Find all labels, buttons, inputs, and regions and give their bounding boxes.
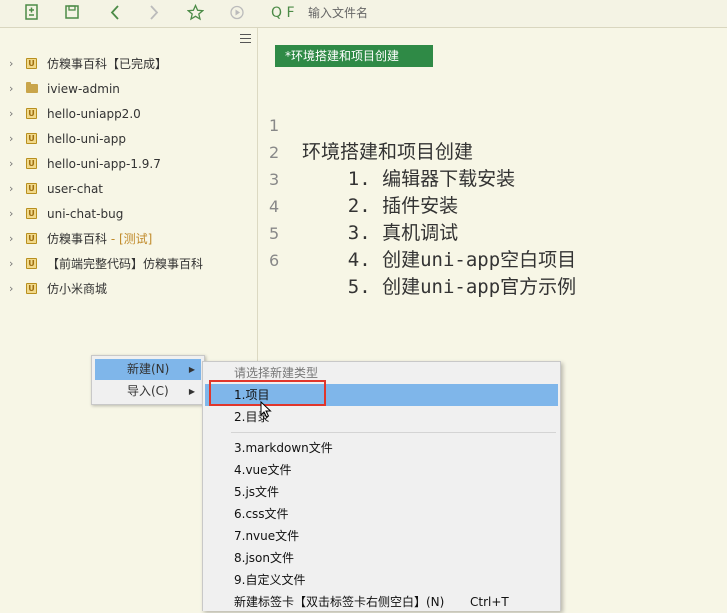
save-icon[interactable] bbox=[64, 4, 80, 22]
submenu-item-js[interactable]: 5.js文件 bbox=[205, 481, 558, 503]
star-icon[interactable] bbox=[187, 4, 204, 22]
code-line[interactable]: 3 2. 插件安装 bbox=[259, 139, 458, 217]
submenu-item-new-tab[interactable]: 新建标签卡【双击标签卡右侧空白】(N) Ctrl+T bbox=[205, 591, 558, 613]
menu-item-label: 导入(C) bbox=[127, 384, 169, 398]
menu-item-label: 新建(N) bbox=[127, 362, 170, 376]
folder-icon bbox=[26, 82, 38, 93]
shortcut-label: Ctrl+T bbox=[470, 595, 509, 609]
chevron-right-icon[interactable]: › bbox=[9, 78, 13, 100]
code-line[interactable]: 5 4. 创建uni-app空白项目 bbox=[259, 193, 576, 271]
project-icon: U bbox=[26, 183, 37, 194]
menu-icon[interactable] bbox=[240, 34, 251, 46]
submenu-item-nvue[interactable]: 7.nvue文件 bbox=[205, 525, 558, 547]
project-label: 【前端完整代码】仿糗事百科 bbox=[47, 257, 204, 271]
submenu-arrow-icon: ▶ bbox=[188, 365, 195, 374]
line-number: 6 bbox=[269, 251, 280, 270]
line-text[interactable]: 环境搭建和项目创建 bbox=[302, 139, 473, 166]
project-icon: U bbox=[26, 233, 37, 244]
mouse-cursor-icon bbox=[260, 400, 272, 422]
chevron-right-icon[interactable]: › bbox=[9, 53, 13, 75]
chevron-right-icon[interactable]: › bbox=[9, 253, 13, 275]
submenu-arrow-icon: ▶ bbox=[188, 387, 195, 396]
project-item[interactable]: › U hello-uni-app bbox=[0, 128, 250, 150]
project-label: 仿糗事百科 - [测试] bbox=[47, 232, 153, 246]
menu-divider bbox=[231, 432, 556, 433]
project-item[interactable]: › U uni-chat-bug bbox=[0, 203, 250, 225]
project-item[interactable]: › U hello-uni-app-1.9.7 bbox=[0, 153, 250, 175]
code-line[interactable]: 6 5. 创建uni-app官方示例 bbox=[259, 220, 576, 298]
line-text[interactable]: 2. 插件安装 bbox=[302, 193, 458, 220]
submenu-item-custom[interactable]: 9.自定义文件 bbox=[205, 569, 558, 591]
submenu-item-markdown[interactable]: 3.markdown文件 bbox=[205, 437, 558, 459]
project-icon: U bbox=[26, 283, 37, 294]
project-icon: U bbox=[26, 258, 37, 269]
menu-item-new[interactable]: 新建(N) ▶ bbox=[95, 359, 201, 380]
editor-tab[interactable]: *环境搭建和项目创建 bbox=[275, 45, 433, 67]
submenu-item-directory[interactable]: 2.目录 bbox=[205, 406, 558, 428]
code-line[interactable]: 1 环境搭建和项目创建 bbox=[259, 85, 473, 163]
project-label: iview-admin bbox=[47, 82, 120, 96]
project-item[interactable]: › U 仿小米商城 bbox=[0, 278, 250, 300]
line-text[interactable]: 1. 编辑器下载安装 bbox=[302, 166, 515, 193]
project-item[interactable]: › iview-admin bbox=[0, 78, 250, 100]
project-label: hello-uni-app bbox=[47, 132, 127, 146]
new-file-icon[interactable] bbox=[24, 4, 40, 22]
back-icon[interactable] bbox=[108, 4, 122, 22]
chevron-right-icon[interactable]: › bbox=[9, 228, 13, 250]
project-label: 仿小米商城 bbox=[47, 282, 108, 296]
submenu-item-vue[interactable]: 4.vue文件 bbox=[205, 459, 558, 481]
search-input[interactable] bbox=[308, 5, 608, 21]
search-icon[interactable]: Q F bbox=[271, 4, 295, 22]
chevron-right-icon[interactable]: › bbox=[9, 203, 13, 225]
project-label: hello-uniapp2.0 bbox=[47, 107, 141, 121]
project-icon: U bbox=[26, 133, 37, 144]
project-item[interactable]: › U 仿糗事百科 - [测试] bbox=[0, 228, 250, 250]
chevron-right-icon[interactable]: › bbox=[9, 178, 13, 200]
project-item[interactable]: › U 仿糗事百科【已完成】 bbox=[0, 53, 250, 75]
chevron-right-icon[interactable]: › bbox=[9, 278, 13, 300]
project-item[interactable]: › U user-chat bbox=[0, 178, 250, 200]
line-text[interactable]: 3. 真机调试 bbox=[302, 220, 458, 247]
project-label: 仿糗事百科【已完成】 bbox=[47, 57, 168, 71]
run-icon[interactable] bbox=[229, 4, 245, 22]
chevron-right-icon[interactable]: › bbox=[9, 103, 13, 125]
project-tag: - [测试] bbox=[110, 232, 153, 246]
forward-icon[interactable] bbox=[147, 4, 161, 22]
menu-item-import[interactable]: 导入(C) ▶ bbox=[95, 381, 201, 402]
submenu-item-css[interactable]: 6.css文件 bbox=[205, 503, 558, 525]
toolbar: Q F bbox=[0, 0, 727, 28]
project-label: user-chat bbox=[47, 182, 103, 196]
context-menu: 新建(N) ▶ 导入(C) ▶ bbox=[91, 355, 205, 405]
line-text[interactable]: 4. 创建uni-app空白项目 bbox=[302, 247, 576, 274]
project-item[interactable]: › U 【前端完整代码】仿糗事百科 bbox=[0, 253, 250, 275]
submenu-item-json[interactable]: 8.json文件 bbox=[205, 547, 558, 569]
code-line[interactable]: 2 1. 编辑器下载安装 bbox=[259, 112, 515, 190]
project-icon: U bbox=[26, 158, 37, 169]
project-icon: U bbox=[26, 208, 37, 219]
line-text[interactable]: 5. 创建uni-app官方示例 bbox=[302, 274, 576, 301]
chevron-right-icon[interactable]: › bbox=[9, 153, 13, 175]
chevron-right-icon[interactable]: › bbox=[9, 128, 13, 150]
project-label: hello-uni-app-1.9.7 bbox=[47, 157, 161, 171]
project-icon: U bbox=[26, 108, 37, 119]
project-item[interactable]: › U hello-uniapp2.0 bbox=[0, 103, 250, 125]
project-icon: U bbox=[26, 58, 37, 69]
code-line[interactable]: 4 3. 真机调试 bbox=[259, 166, 458, 244]
project-label: uni-chat-bug bbox=[47, 207, 124, 221]
